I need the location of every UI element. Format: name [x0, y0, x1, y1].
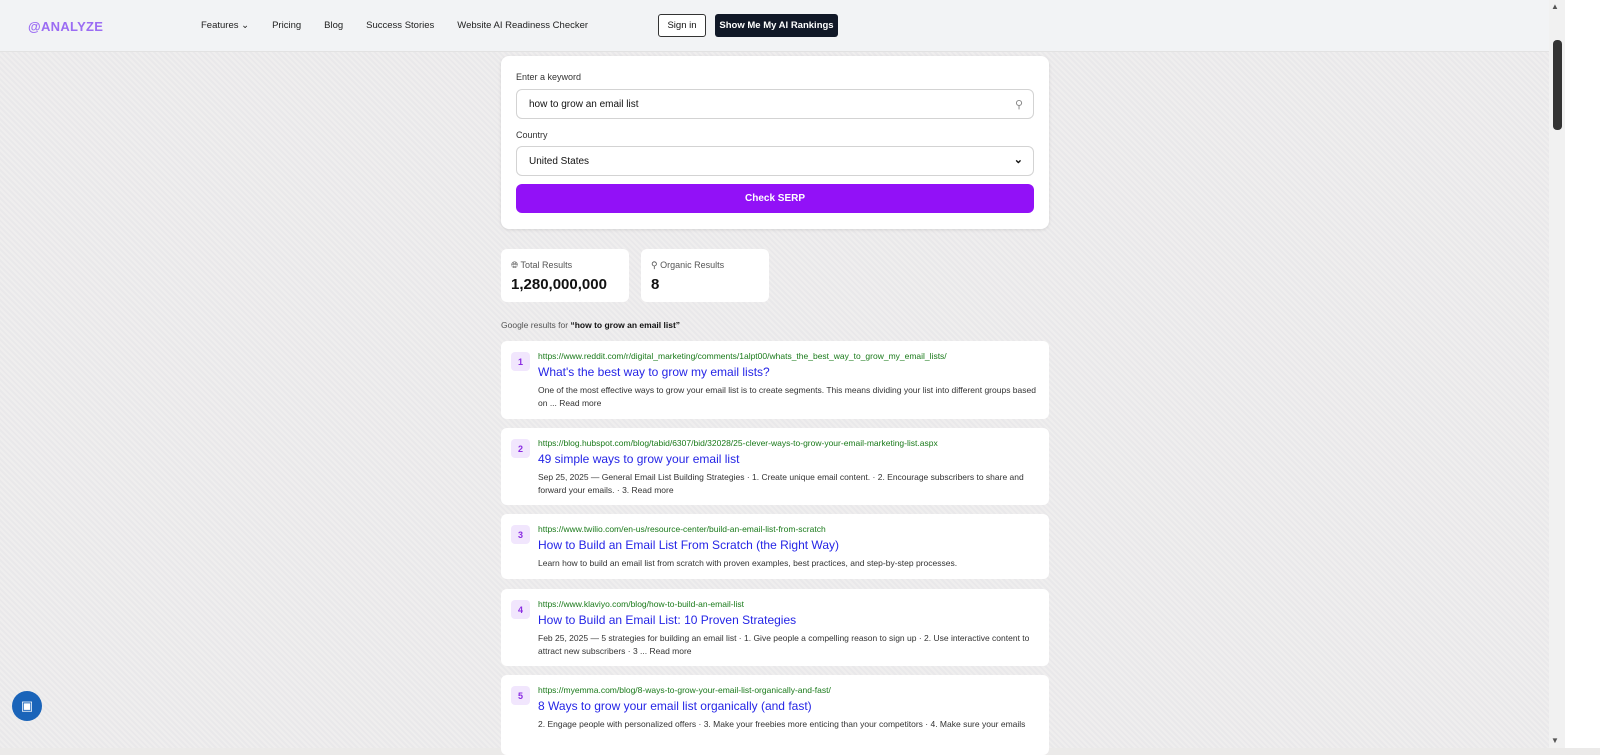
- chevron-down-icon: ⌄: [1013, 154, 1023, 166]
- search-icon: ⚲: [1014, 99, 1023, 111]
- rank-badge: 1: [511, 352, 530, 371]
- result-snippet: One of the most effective ways to grow y…: [538, 385, 1036, 408]
- result-card: 4 https://www.klaviyo.com/blog/how-to-bu…: [501, 589, 1049, 666]
- result-url[interactable]: https://myemma.com/blog/8-ways-to-grow-y…: [538, 685, 1037, 695]
- keyword-input[interactable]: how to grow an email list ⚲: [516, 89, 1034, 119]
- nav-ai-readiness-checker[interactable]: Website AI Readiness Checker: [457, 20, 588, 31]
- country-label: Country: [516, 130, 548, 140]
- result-url[interactable]: https://www.twilio.com/en-us/resource-ce…: [538, 524, 1037, 534]
- nav-blog[interactable]: Blog: [324, 20, 343, 31]
- chat-widget-button[interactable]: ▣: [12, 691, 42, 721]
- nav-success-stories[interactable]: Success Stories: [366, 20, 434, 31]
- keyword-value: how to grow an email list: [529, 99, 639, 110]
- right-margin: [1565, 0, 1600, 748]
- results-heading: Google results for “how to grow an email…: [501, 320, 680, 330]
- stat-value: 8: [651, 276, 660, 293]
- result-snippet: Learn how to build an email list from sc…: [538, 558, 958, 568]
- result-snippet: Feb 25, 2025 — 5 strategies for building…: [538, 633, 1030, 656]
- results-heading-prefix: Google results for: [501, 320, 569, 330]
- nav-features[interactable]: Features ⌄: [201, 20, 249, 31]
- country-value: United States: [529, 156, 590, 167]
- scrollbar-thumb[interactable]: [1553, 40, 1562, 130]
- result-url[interactable]: https://www.reddit.com/r/digital_marketi…: [538, 351, 1037, 361]
- result-title[interactable]: How to Build an Email List: 10 Proven St…: [538, 613, 1037, 627]
- sign-in-button[interactable]: Sign in: [658, 14, 706, 37]
- keyword-label: Enter a keyword: [516, 72, 582, 82]
- result-title[interactable]: How to Build an Email List From Scratch …: [538, 538, 1037, 552]
- stat-label: Organic Results: [660, 260, 725, 270]
- result-url[interactable]: https://www.klaviyo.com/blog/how-to-buil…: [538, 599, 1037, 609]
- results-query: “how to grow an email list”: [570, 320, 681, 330]
- rank-badge: 3: [511, 525, 530, 544]
- rank-badge: 5: [511, 686, 530, 705]
- result-title[interactable]: 8 Ways to grow your email list organical…: [538, 699, 1037, 713]
- scroll-down-icon[interactable]: ▼: [1551, 736, 1559, 745]
- logo[interactable]: @ANALYZE: [28, 19, 103, 34]
- result-card: 2 https://blog.hubspot.com/blog/tabid/63…: [501, 428, 1049, 505]
- organic-results-card: ⚲ Organic Results 8: [641, 249, 769, 302]
- globe-icon: 🌐︎: [511, 260, 519, 270]
- total-results-card: 🌐︎ Total Results 1,280,000,000: [501, 249, 629, 302]
- result-card: 1 https://www.reddit.com/r/digital_marke…: [501, 341, 1049, 419]
- stat-label: Total Results: [520, 260, 573, 270]
- result-card: 5 https://myemma.com/blog/8-ways-to-grow…: [501, 675, 1049, 755]
- stat-value: 1,280,000,000: [511, 276, 607, 293]
- show-rankings-button[interactable]: Show Me My AI Rankings: [715, 14, 838, 37]
- result-url[interactable]: https://blog.hubspot.com/blog/tabid/6307…: [538, 438, 1037, 448]
- chat-icon: ▣: [20, 698, 34, 713]
- rank-badge: 4: [511, 600, 530, 619]
- top-nav: @ANALYZE Features ⌄ Pricing Blog Success…: [0, 0, 1549, 52]
- check-serp-button[interactable]: Check SERP: [516, 184, 1034, 213]
- rank-badge: 2: [511, 439, 530, 458]
- serp-form: Enter a keyword how to grow an email lis…: [501, 56, 1049, 229]
- result-card: 3 https://www.twilio.com/en-us/resource-…: [501, 514, 1049, 579]
- result-snippet: 2. Engage people with personalized offer…: [538, 719, 1026, 729]
- country-select[interactable]: United States ⌄: [516, 146, 1034, 176]
- result-snippet: Sep 25, 2025 — General Email List Buildi…: [538, 472, 1024, 495]
- result-title[interactable]: What's the best way to grow my email lis…: [538, 365, 1037, 379]
- nav-pricing[interactable]: Pricing: [272, 20, 301, 31]
- search-icon: ⚲: [651, 260, 658, 270]
- scroll-up-icon[interactable]: ▲: [1551, 2, 1559, 11]
- result-title[interactable]: 49 simple ways to grow your email list: [538, 452, 1037, 466]
